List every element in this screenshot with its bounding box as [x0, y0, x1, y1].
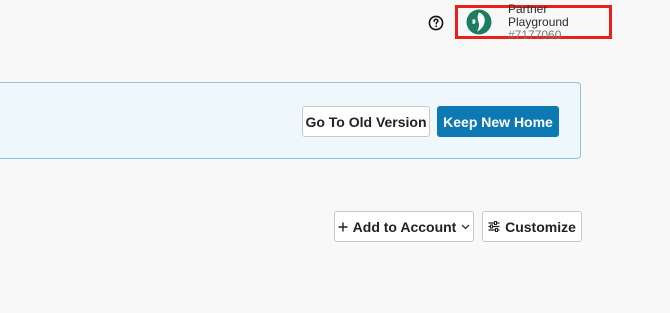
go-to-old-version-button[interactable]: Go To Old Version: [302, 106, 430, 137]
chevron-down-icon: [461, 224, 470, 230]
sliders-icon: [488, 221, 500, 232]
customize-label: Customize: [505, 218, 576, 235]
account-info: Partner Playground #7177060: [508, 1, 609, 42]
add-to-account-label: Add to Account: [352, 218, 457, 235]
plus-icon: [338, 222, 348, 232]
keep-new-home-button[interactable]: Keep New Home: [437, 106, 559, 137]
partner-logo-icon: [466, 9, 492, 35]
help-question-icon[interactable]: [428, 15, 444, 31]
account-switcher[interactable]: Partner Playground #7177060: [455, 1, 612, 42]
customize-button[interactable]: Customize: [482, 211, 582, 242]
account-name: Partner Playground: [508, 1, 569, 29]
add-to-account-button[interactable]: Add to Account: [334, 211, 474, 242]
page: Partner Playground #7177060 Go To Old Ve…: [0, 0, 670, 313]
account-id: #7177060: [508, 27, 562, 42]
